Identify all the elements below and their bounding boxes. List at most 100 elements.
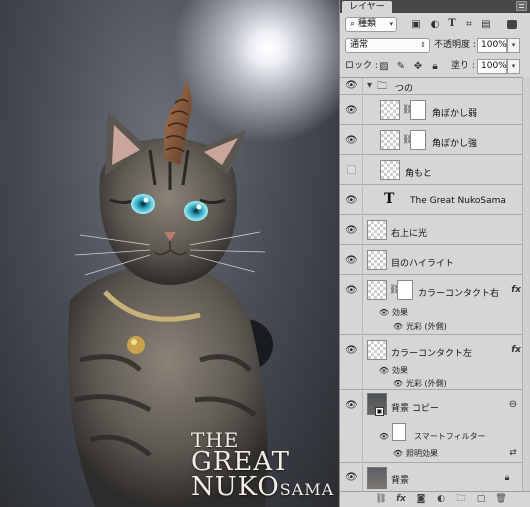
layer-title-text[interactable]: 👁︎ T The Great NukoSama xyxy=(340,186,523,215)
blend-mode-select[interactable]: 通常 ⇕ xyxy=(345,38,430,53)
smart-filter-options-icon[interactable]: ⊖ xyxy=(507,399,519,411)
outer-glow-eye-icon[interactable]: 👁︎ xyxy=(392,322,404,332)
layer-background-copy[interactable]: 👁︎ ▣ 背景 コピー ⊖ 👁︎ スマートフィルター 👁︎ 照明効果 ⇄ xyxy=(340,391,523,463)
layer-list: 👁︎ ▾ 🗀︎ つの 👁︎ ⛓︎ 角ぼかし弱 👁︎ ⛓︎ 角ぼかし強 角もと 👁… xyxy=(340,77,530,492)
outer-glow-label[interactable]: 光彩 (外側) xyxy=(406,321,447,332)
link-layers-icon[interactable]: ⛓︎ xyxy=(375,494,387,505)
smart-filter-mask-thumbnail[interactable] xyxy=(392,423,406,441)
smart-object-badge-icon: ▣ xyxy=(375,407,384,416)
fx-icon[interactable]: fx xyxy=(511,345,521,355)
opacity-dropdown-button[interactable]: ▾ xyxy=(507,38,520,53)
lock-position-icon[interactable]: ✥ xyxy=(412,61,424,73)
layer-mask-thumbnail[interactable] xyxy=(410,130,426,150)
visibility-eye-icon[interactable]: 👁︎ xyxy=(345,81,358,91)
layer-color-contact-right[interactable]: 👁︎ ⛓︎ カラーコンタクト右 fx 👁︎ 効果 👁︎ 光彩 (外側) xyxy=(340,276,523,335)
visibility-eye-icon[interactable]: 👁︎ xyxy=(345,196,358,206)
chevron-down-icon: ⇕ xyxy=(420,41,426,49)
filter-kind-select[interactable]: ⌕ 種類 ▾ xyxy=(345,17,397,32)
filter-shape-icon[interactable]: ⌗ xyxy=(463,19,475,31)
layer-background[interactable]: 👁︎ 背景 🔒︎ xyxy=(340,464,523,492)
layer-list-scrollbar[interactable] xyxy=(522,77,530,491)
lock-all-icon[interactable]: 🔒︎ xyxy=(429,61,441,73)
visibility-eye-icon[interactable]: 👁︎ xyxy=(345,226,358,236)
fill-field[interactable]: 100% xyxy=(477,59,507,74)
outer-glow-label[interactable]: 光彩 (外側) xyxy=(406,378,447,389)
visibility-eye-icon[interactable]: 👁︎ xyxy=(345,256,358,266)
filter-type-icon[interactable]: T xyxy=(446,18,458,30)
layer-horn-blur-weak[interactable]: 👁︎ ⛓︎ 角ぼかし弱 xyxy=(340,96,523,125)
image-canvas[interactable]: THE GREAT NUKOSAMA xyxy=(0,0,339,507)
layer-name: カラーコンタクト右 xyxy=(418,289,500,299)
panel-bottom-toolbar: ⛓︎ fx ◙ ◐ 🗀︎ ▢ 🗑︎ xyxy=(340,491,530,507)
filter-toggle-icon[interactable] xyxy=(507,20,517,29)
layer-name: 背景 xyxy=(391,476,410,486)
filter-kind-label: 種類 xyxy=(357,19,376,29)
tab-layers[interactable]: レイヤー xyxy=(342,1,392,13)
smart-filter-eye-icon[interactable]: 👁︎ xyxy=(378,432,390,442)
visibility-eye-icon[interactable]: 👁︎ xyxy=(345,106,358,116)
layer-name: 角ぼかし強 xyxy=(432,139,478,149)
layer-mask-thumbnail[interactable] xyxy=(410,100,426,120)
filter-blending-options-icon[interactable]: ⇄ xyxy=(507,447,519,459)
layer-thumbnail xyxy=(380,100,400,120)
filter-pixel-icon[interactable]: ▣ xyxy=(410,19,422,31)
photo-title-sama: SAMA xyxy=(279,480,335,499)
fx-icon[interactable]: fx xyxy=(511,285,521,295)
text-layer-icon: T xyxy=(384,191,395,207)
effects-label: 効果 xyxy=(392,366,408,375)
layer-thumbnail xyxy=(367,220,387,240)
panel-tab-bar: レイヤー xyxy=(340,0,530,13)
folder-icon: 🗀︎ xyxy=(377,81,387,92)
blend-row: 通常 ⇕ 不透明度 : 100% ▾ xyxy=(340,36,530,54)
lock-brush-icon[interactable]: ✎ xyxy=(395,61,407,73)
layer-name: 角もと xyxy=(405,169,432,179)
opacity-field[interactable]: 100% xyxy=(477,38,507,53)
visibility-eye-icon[interactable]: 👁︎ xyxy=(345,401,358,411)
filter-smart-object-icon[interactable]: ▤ xyxy=(480,19,492,31)
lock-icon[interactable]: 🔒︎ xyxy=(501,472,513,484)
effects-eye-icon[interactable]: 👁︎ xyxy=(378,366,390,376)
photo-title-nuko: NUKO xyxy=(191,472,280,502)
cat-illustration xyxy=(67,78,273,507)
effects-eye-icon[interactable]: 👁︎ xyxy=(378,308,390,318)
layer-top-right-light[interactable]: 👁︎ 右上に光 xyxy=(340,216,523,245)
delete-layer-icon[interactable]: 🗑︎ xyxy=(495,494,507,505)
visibility-eye-icon[interactable]: 👁︎ xyxy=(345,473,358,483)
layer-thumbnail xyxy=(367,467,387,489)
layer-horn-base[interactable]: 角もと xyxy=(340,156,523,185)
layer-thumbnail xyxy=(380,160,400,180)
layer-mask-thumbnail[interactable] xyxy=(397,280,413,300)
panel-menu-button[interactable] xyxy=(516,1,527,11)
layer-name: The Great NukoSama xyxy=(410,196,506,206)
layer-horn-blur-strong[interactable]: 👁︎ ⛓︎ 角ぼかし強 xyxy=(340,126,523,155)
lighting-effect-label[interactable]: 照明効果 xyxy=(406,448,438,459)
add-mask-icon[interactable]: ◙ xyxy=(415,494,427,505)
new-adjustment-layer-icon[interactable]: ◐ xyxy=(435,494,447,505)
group-expand-arrow-icon[interactable]: ▾ xyxy=(367,80,372,91)
filter-adjustment-icon[interactable]: ◐ xyxy=(429,19,441,31)
add-layer-style-icon[interactable]: fx xyxy=(395,494,407,505)
fill-dropdown-button[interactable]: ▾ xyxy=(507,59,520,74)
layer-group-horn[interactable]: 👁︎ ▾ 🗀︎ つの xyxy=(340,78,523,95)
layer-name: 角ぼかし弱 xyxy=(432,109,478,119)
lock-row: ロック : ▨ ✎ ✥ 🔒︎ 塗り : 100% ▾ xyxy=(340,57,530,75)
new-layer-icon[interactable]: ▢ xyxy=(475,494,487,505)
layer-name: 右上に光 xyxy=(391,229,428,239)
chevron-down-icon: ▾ xyxy=(389,20,393,28)
layers-panel: レイヤー ⌕ 種類 ▾ ▣ ◐ T ⌗ ▤ 通常 ⇕ 不透明度 : 100% ▾ ロ… xyxy=(339,0,530,507)
photo-title-line-3: NUKOSAMA xyxy=(191,472,334,502)
layer-name: 目のハイライト xyxy=(391,259,454,269)
lighting-effect-eye-icon[interactable]: 👁︎ xyxy=(392,449,404,459)
visibility-eye-icon[interactable]: 👁︎ xyxy=(345,346,358,356)
visibility-toggle-off[interactable] xyxy=(347,165,356,174)
layer-eye-highlight[interactable]: 👁︎ 目のハイライト xyxy=(340,246,523,275)
visibility-eye-icon[interactable]: 👁︎ xyxy=(345,136,358,146)
layer-thumbnail xyxy=(380,130,400,150)
new-group-icon[interactable]: 🗀︎ xyxy=(455,494,467,505)
fill-label: 塗り : xyxy=(451,61,475,71)
layer-color-contact-left[interactable]: 👁︎ カラーコンタクト左 fx 👁︎ 効果 👁︎ 光彩 (外側) xyxy=(340,336,523,390)
visibility-eye-icon[interactable]: 👁︎ xyxy=(345,286,358,296)
layer-name: つの xyxy=(395,84,414,94)
lock-transparency-icon[interactable]: ▨ xyxy=(378,61,390,73)
outer-glow-eye-icon[interactable]: 👁︎ xyxy=(392,379,404,389)
